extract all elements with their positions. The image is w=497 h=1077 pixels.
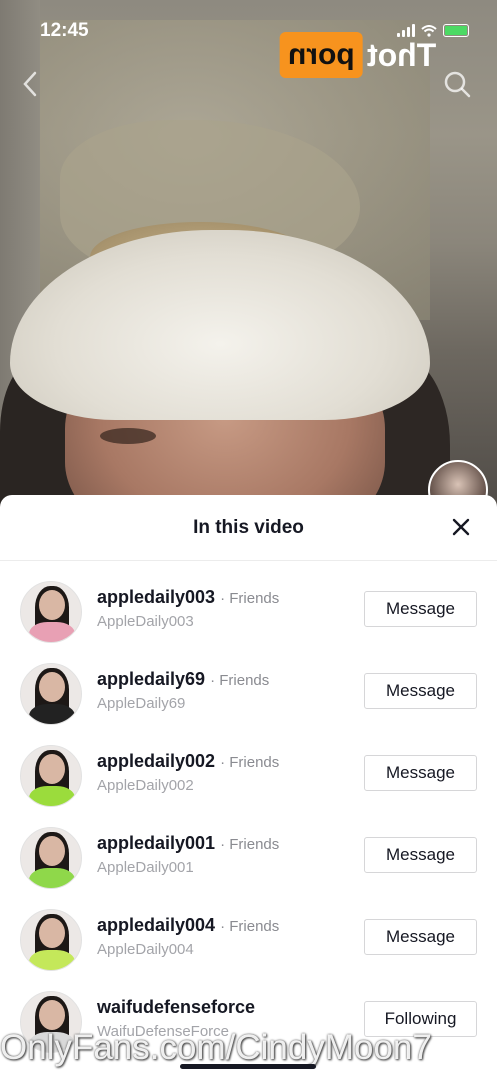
eye-left	[100, 428, 156, 444]
avatar-face	[39, 1000, 65, 1030]
message-button[interactable]: Message	[364, 755, 477, 791]
home-indicator[interactable]	[180, 1064, 316, 1069]
username[interactable]: appledaily003 · Friends	[97, 587, 279, 608]
status-time: 12:45	[40, 20, 89, 41]
avatar-face	[39, 672, 65, 702]
username[interactable]: appledaily001 · Friends	[97, 833, 279, 854]
avatar-face	[39, 918, 65, 948]
relation-label: · Friends	[210, 672, 270, 689]
username-text[interactable]: appledaily001	[97, 833, 215, 853]
username-text[interactable]: appledaily004	[97, 915, 215, 935]
message-button[interactable]: Message	[364, 919, 477, 955]
avatar-face	[39, 836, 65, 866]
user-row[interactable]: appledaily001 · Friends AppleDaily001 Me…	[0, 827, 497, 909]
user-row[interactable]: appledaily69 · Friends AppleDaily69 Mess…	[0, 663, 497, 745]
avatar-outfit	[29, 622, 75, 642]
display-name: AppleDaily002	[97, 777, 194, 794]
in-this-video-sheet: In this video appledaily003 · Friends Ap…	[0, 495, 497, 1077]
avatar-outfit	[29, 950, 75, 970]
close-icon[interactable]	[451, 517, 471, 537]
username-text[interactable]: appledaily69	[97, 669, 205, 689]
avatar[interactable]	[20, 663, 82, 725]
avatar-outfit	[29, 868, 75, 888]
avatar[interactable]	[20, 745, 82, 807]
sheet-header: In this video	[0, 495, 497, 561]
user-row[interactable]: appledaily002 · Friends AppleDaily002 Me…	[0, 745, 497, 827]
display-name: AppleDaily69	[97, 695, 186, 712]
avatar-outfit	[29, 786, 75, 806]
logo-box: porn	[280, 32, 363, 78]
relation-label: · Friends	[220, 590, 280, 607]
watermark-logo: porn Thot	[280, 30, 463, 80]
avatar-face	[39, 754, 65, 784]
username-text[interactable]: appledaily003	[97, 587, 215, 607]
back-icon[interactable]	[20, 70, 40, 98]
username-text[interactable]: waifudefenseforce	[97, 997, 255, 1017]
display-name: AppleDaily003	[97, 613, 194, 630]
footer-watermark: OnlyFans.com/CindyMoon7	[0, 1028, 432, 1067]
avatar[interactable]	[20, 581, 82, 643]
display-name: AppleDaily001	[97, 859, 194, 876]
avatar[interactable]	[20, 827, 82, 889]
display-name: AppleDaily004	[97, 941, 194, 958]
message-button[interactable]: Message	[364, 837, 477, 873]
relation-label: · Friends	[220, 836, 280, 853]
message-button[interactable]: Message	[364, 591, 477, 627]
message-button[interactable]: Message	[364, 673, 477, 709]
relation-label: · Friends	[220, 754, 280, 771]
username[interactable]: appledaily004 · Friends	[97, 915, 279, 936]
sheet-title: In this video	[193, 516, 304, 538]
avatar[interactable]	[20, 909, 82, 971]
user-row[interactable]: appledaily004 · Friends AppleDaily004 Me…	[0, 909, 497, 991]
user-row[interactable]: appledaily003 · Friends AppleDaily003 Me…	[0, 581, 497, 663]
username-text[interactable]: appledaily002	[97, 751, 215, 771]
video-frame[interactable]	[0, 0, 497, 540]
username[interactable]: waifudefenseforce	[97, 997, 255, 1018]
username[interactable]: appledaily69 · Friends	[97, 669, 269, 690]
search-icon[interactable]	[443, 70, 471, 98]
avatar-outfit	[29, 704, 75, 724]
avatar-face	[39, 590, 65, 620]
relation-label: · Friends	[220, 918, 280, 935]
logo-text: Thot	[366, 36, 436, 73]
username[interactable]: appledaily002 · Friends	[97, 751, 279, 772]
